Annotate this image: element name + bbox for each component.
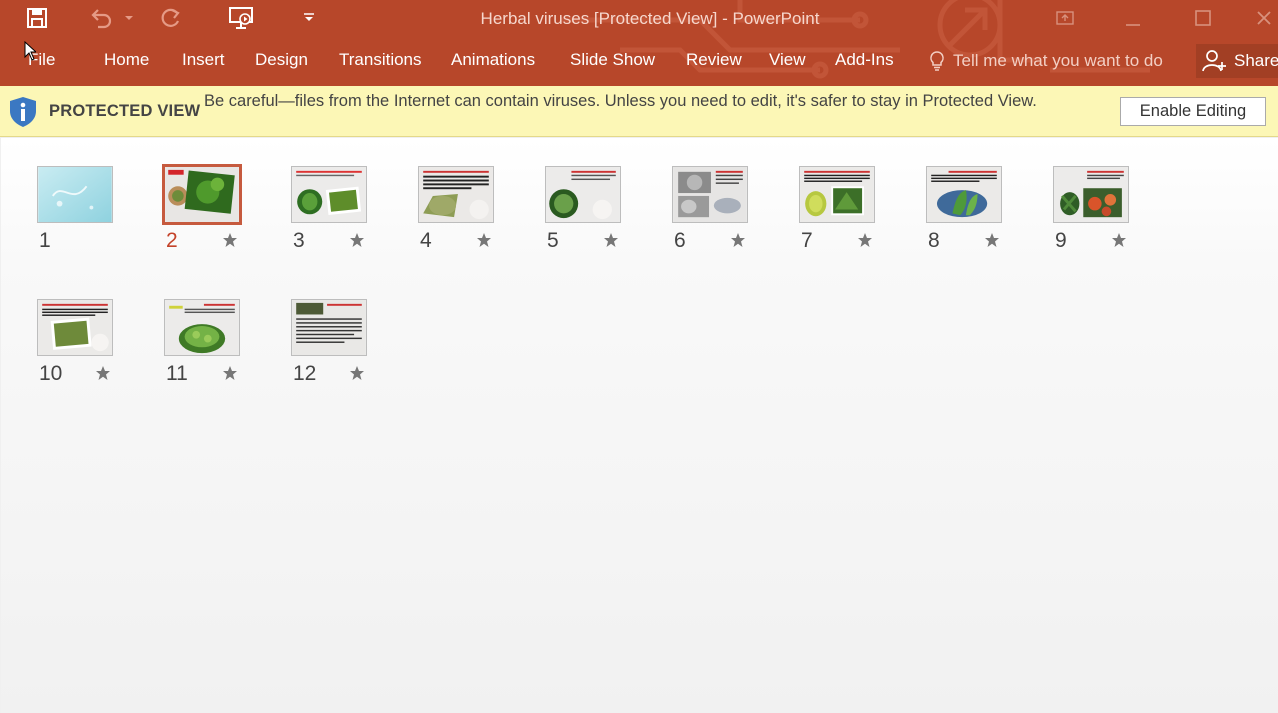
animation-star-icon [222, 232, 238, 253]
protected-view-message: Be careful—files from the Internet can c… [204, 92, 1037, 110]
slide-preview[interactable] [418, 166, 494, 223]
title-bar: Herbal viruses [Protected View] - PowerP… [0, 0, 1278, 86]
protected-view-bar: PROTECTED VIEW Be careful—files from the… [0, 86, 1278, 137]
tab-view[interactable]: View [769, 50, 806, 70]
tell-me-search[interactable]: Tell me what you want to do [927, 50, 1177, 72]
close-icon[interactable] [1250, 2, 1278, 34]
slide-number: 12 [293, 362, 317, 385]
tab-animations[interactable]: Animations [451, 50, 535, 70]
person-add-icon [1202, 50, 1226, 72]
slide-thumbnail[interactable]: 11 [164, 299, 254, 399]
tab-slide-show[interactable]: Slide Show [570, 50, 655, 70]
save-icon[interactable] [24, 5, 50, 31]
slide-number: 11 [166, 362, 188, 385]
slide-preview[interactable] [37, 166, 113, 223]
lightbulb-icon [930, 51, 944, 71]
ribbon-tabs: File Home Insert Design Transitions Anim… [0, 44, 1278, 78]
slide-preview[interactable] [291, 299, 367, 356]
share-button[interactable]: Share [1196, 44, 1278, 78]
tab-design[interactable]: Design [255, 50, 308, 70]
slide-number: 3 [293, 229, 305, 252]
slide-preview[interactable] [37, 299, 113, 356]
animation-star-icon [349, 232, 365, 253]
slide-number: 6 [674, 229, 686, 252]
info-shield-icon [8, 96, 38, 133]
redo-icon[interactable] [158, 5, 184, 31]
slide-preview[interactable] [291, 166, 367, 223]
slide-thumbnail[interactable]: 4 [418, 166, 508, 266]
tab-add-ins[interactable]: Add-Ins [835, 50, 894, 70]
slide-preview[interactable] [926, 166, 1002, 223]
slide-number: 1 [39, 229, 51, 252]
animation-star-icon [1111, 232, 1127, 253]
slide-thumbnail[interactable]: 10 [37, 299, 127, 399]
slide-preview[interactable] [672, 166, 748, 223]
slide-thumbnail[interactable]: 5 [545, 166, 635, 266]
animation-star-icon [857, 232, 873, 253]
slide-number: 5 [547, 229, 559, 252]
slide-thumbnail[interactable]: 6 [672, 166, 762, 266]
slide-thumbnail[interactable]: 7 [799, 166, 889, 266]
tab-review[interactable]: Review [686, 50, 742, 70]
slide-number: 10 [39, 362, 63, 385]
tab-home[interactable]: Home [104, 50, 149, 70]
animation-star-icon [476, 232, 492, 253]
slide-thumbnail[interactable]: 3 [291, 166, 381, 266]
mouse-cursor-icon [24, 40, 38, 66]
slide-preview[interactable] [162, 164, 242, 225]
minimize-icon[interactable] [1110, 2, 1156, 34]
window-title: Herbal viruses [Protected View] - PowerP… [480, 9, 820, 28]
animation-star-icon [730, 232, 746, 253]
ribbon-display-options-icon[interactable] [1042, 2, 1088, 34]
tab-insert[interactable]: Insert [182, 50, 225, 70]
enable-editing-button[interactable]: Enable Editing [1120, 97, 1266, 126]
slide-number: 2 [166, 229, 178, 252]
slide-preview[interactable] [545, 166, 621, 223]
slide-number: 9 [1055, 229, 1067, 252]
maximize-icon[interactable] [1180, 2, 1226, 34]
animation-star-icon [984, 232, 1000, 253]
slide-preview[interactable] [1053, 166, 1129, 223]
tell-me-placeholder: Tell me what you want to do [953, 51, 1163, 70]
undo-icon[interactable] [86, 5, 116, 31]
slide-number: 8 [928, 229, 940, 252]
animation-star-icon [349, 365, 365, 386]
animation-star-icon [603, 232, 619, 253]
animation-star-icon [222, 365, 238, 386]
slide-thumbnail[interactable]: 2 [162, 164, 254, 266]
slide-preview[interactable] [799, 166, 875, 223]
protected-view-label: PROTECTED VIEW [49, 102, 201, 120]
slide-thumbnail[interactable]: 1 [37, 166, 127, 266]
slide-thumbnail[interactable]: 9 [1053, 166, 1143, 266]
customize-qat-icon[interactable] [300, 5, 318, 31]
slide-number: 4 [420, 229, 432, 252]
slide-sorter: 1 2 3 4 5 6 7 8 9 10 11 12 [1, 138, 1278, 713]
undo-dropdown-icon[interactable] [122, 5, 136, 31]
share-label: Share [1234, 51, 1278, 70]
start-from-beginning-icon[interactable] [226, 5, 256, 31]
slide-preview[interactable] [164, 299, 240, 356]
slide-thumbnail[interactable]: 8 [926, 166, 1016, 266]
tab-transitions[interactable]: Transitions [339, 50, 422, 70]
animation-star-icon [95, 365, 111, 386]
slide-thumbnail[interactable]: 12 [291, 299, 381, 399]
slide-number: 7 [801, 229, 813, 252]
